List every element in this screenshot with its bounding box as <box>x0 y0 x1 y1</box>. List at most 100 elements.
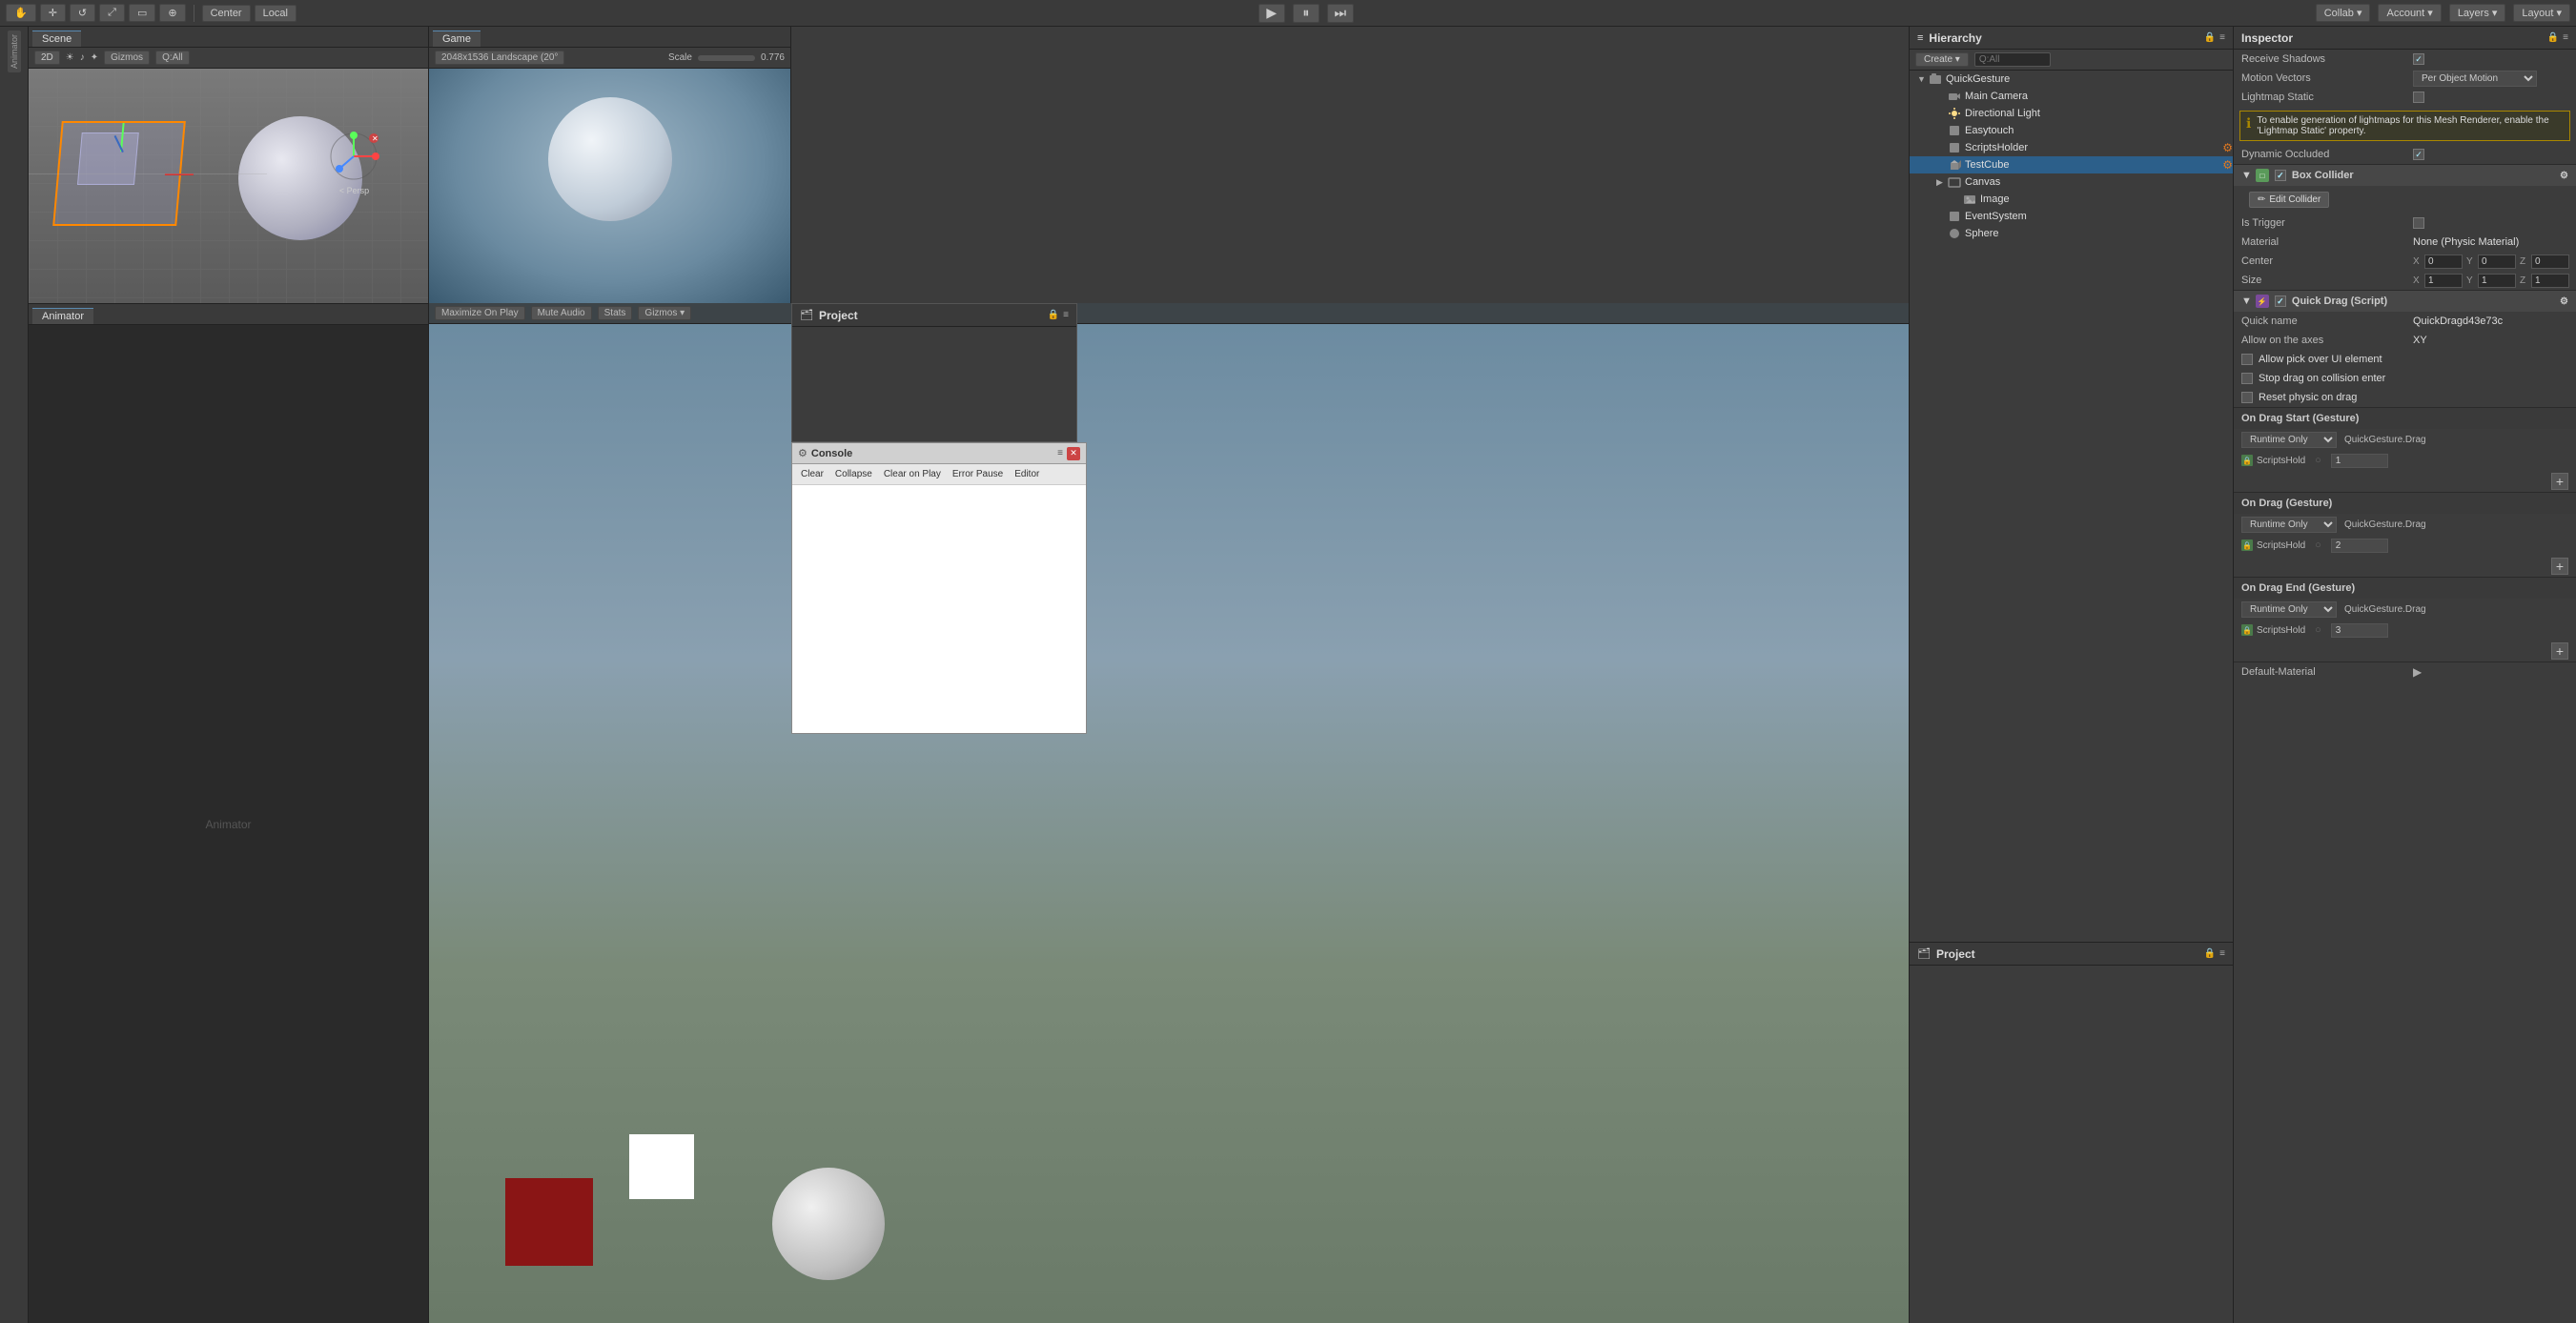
hierarchy-item-dir-light[interactable]: Directional Light <box>1910 105 2233 122</box>
quick-drag-gear-btn[interactable]: ⚙ <box>2560 296 2568 307</box>
mute-btn[interactable]: Mute Audio <box>531 306 592 320</box>
rotate-tool-btn[interactable]: ↺ <box>70 4 95 22</box>
edit-collider-btn[interactable]: ✏ Edit Collider <box>2249 192 2329 208</box>
hierarchy-item-testcube[interactable]: TestCube ⚙ <box>1910 156 2233 173</box>
console-close-btn[interactable]: ✕ <box>1067 447 1080 460</box>
project-panel-menu-btn[interactable]: ≡ <box>2219 948 2225 959</box>
hierarchy-item-scriptsholder[interactable]: ScriptsHolder ⚙ <box>1910 139 2233 156</box>
hierarchy-item-quickgesture[interactable]: ▼ QuickGesture <box>1910 71 2233 88</box>
layers-btn[interactable]: Layers ▾ <box>2449 4 2506 22</box>
quick-drag-section-header[interactable]: ▼ ⚡ ✓ Quick Drag (Script) ⚙ <box>2234 291 2576 312</box>
inspector-lock-btn[interactable]: 🔒 <box>2547 32 2559 43</box>
drag-plus-btn[interactable]: + <box>2551 558 2568 575</box>
animator-main-tab[interactable]: Animator <box>32 308 93 324</box>
drag-end-runtime-dropdown[interactable]: Runtime Only <box>2241 601 2337 618</box>
center-x-input[interactable] <box>2424 254 2463 269</box>
error-pause-btn[interactable]: Error Pause <box>948 467 1008 481</box>
project-menu-btn[interactable]: ≡ <box>1063 310 1069 320</box>
project-panel-lock-btn[interactable]: 🔒 <box>2204 948 2216 959</box>
local-btn[interactable]: Local <box>255 5 296 22</box>
center-top: Scene 2D ☀ ♪ ✦ Gizmos Q:All <box>29 27 1909 303</box>
gizmos-btn[interactable]: Gizmos <box>104 51 150 65</box>
stats-btn[interactable]: Stats <box>598 306 633 320</box>
animator-tab-vertical[interactable]: Animator <box>8 31 21 72</box>
is-trigger-checkbox[interactable] <box>2413 217 2424 229</box>
project-folder-icon: 🗂 <box>1917 947 1931 960</box>
project-section: 🗂 Project 🔒 ≡ <box>1910 942 2233 1323</box>
clear-btn[interactable]: Clear <box>796 467 828 481</box>
game-view-bottom: Maximize On Play Mute Audio Stats Gizmos… <box>429 303 1909 1323</box>
maximize-btn[interactable]: Maximize On Play <box>435 306 525 320</box>
project-lock-btn[interactable]: 🔒 <box>1048 310 1059 320</box>
drag-runtime-dropdown[interactable]: Runtime Only <box>2241 517 2337 533</box>
edit-collider-label: Edit Collider <box>2269 194 2320 205</box>
hierarchy-icon: ≡ <box>1917 32 1923 44</box>
drag-start-value[interactable] <box>2331 454 2388 468</box>
game-gizmos-btn[interactable]: Gizmos ▾ <box>638 306 691 320</box>
scale-tool-btn[interactable]: ⤢ <box>99 4 125 22</box>
inspector-section: Inspector 🔒 ≡ Receive Shadows ✓ <box>2233 27 2576 1323</box>
play-btn[interactable]: ▶ <box>1258 4 1285 23</box>
scale-slider[interactable] <box>698 55 755 61</box>
hierarchy-item-main-camera[interactable]: Main Camera <box>1910 88 2233 105</box>
box-collider-gear-btn[interactable]: ⚙ <box>2560 171 2568 181</box>
size-y-input[interactable] <box>2478 274 2516 288</box>
console-menu-btn[interactable]: ≡ <box>1057 448 1063 458</box>
project-header-icon: 🗂 <box>800 309 813 321</box>
editor-btn[interactable]: Editor <box>1010 467 1044 481</box>
layout-btn[interactable]: Layout ▾ <box>2513 4 2570 22</box>
clear-on-play-btn[interactable]: Clear on Play <box>879 467 946 481</box>
size-x-input[interactable] <box>2424 274 2463 288</box>
box-collider-enabled-checkbox[interactable]: ✓ <box>2275 170 2286 181</box>
collab-btn[interactable]: Collab ▾ <box>2316 4 2371 22</box>
default-material-expand[interactable]: ▶ <box>2413 665 2422 679</box>
dynamic-occluded-checkbox[interactable]: ✓ <box>2413 149 2424 160</box>
receive-shadows-checkbox[interactable]: ✓ <box>2413 53 2424 65</box>
quick-drag-enabled-checkbox[interactable]: ✓ <box>2275 295 2286 307</box>
scene-tab[interactable]: Scene <box>32 31 81 47</box>
size-z-input[interactable] <box>2531 274 2569 288</box>
hierarchy-item-easytouch[interactable]: Easytouch <box>1910 122 2233 139</box>
pause-btn[interactable]: ⏸ <box>1293 4 1319 23</box>
drag-value[interactable] <box>2331 539 2388 553</box>
right-panels: ≡ Hierarchy 🔒 ≡ Create ▾ <box>1909 27 2576 1323</box>
wide-main: Scene 2D ☀ ♪ ✦ Gizmos Q:All <box>29 27 2576 1323</box>
center-btn[interactable]: Center <box>202 5 251 22</box>
box-collider-icon: □ <box>2256 169 2269 182</box>
drag-start-runtime-dropdown[interactable]: Runtime Only <box>2241 432 2337 448</box>
hierarchy-item-sphere[interactable]: Sphere <box>1910 225 2233 242</box>
drag-end-plus-btn[interactable]: + <box>2551 642 2568 660</box>
hierarchy-item-eventsystem[interactable]: EventSystem <box>1910 208 2233 225</box>
quickgesture-icon <box>1929 72 1942 86</box>
account-btn[interactable]: Account ▾ <box>2378 4 2441 22</box>
hierarchy-menu-btn[interactable]: ≡ <box>2219 32 2225 43</box>
hierarchy-lock-btn[interactable]: 🔒 <box>2204 32 2216 43</box>
stop-drag-checkbox[interactable] <box>2241 373 2253 384</box>
drag-start-plus-btn[interactable]: + <box>2551 473 2568 490</box>
game-tab[interactable]: Game <box>433 31 480 47</box>
reset-physic-checkbox[interactable] <box>2241 392 2253 403</box>
drag-end-function: QuickGesture.Drag <box>2341 604 2568 615</box>
collapse-btn[interactable]: Collapse <box>830 467 877 481</box>
hierarchy-search[interactable] <box>1974 52 2051 67</box>
center-y-input[interactable] <box>2478 254 2516 269</box>
rect-tool-btn[interactable]: ▭ <box>129 4 155 22</box>
inspector-menu-btn[interactable]: ≡ <box>2563 32 2568 43</box>
step-btn[interactable]: ⏭ <box>1327 4 1354 23</box>
lightmap-static-checkbox[interactable] <box>2413 92 2424 103</box>
box-collider-section-header[interactable]: ▼ □ ✓ Box Collider ⚙ <box>2234 165 2576 186</box>
scene-all-btn[interactable]: Q:All <box>155 51 190 65</box>
drag-end-value[interactable] <box>2331 623 2388 638</box>
center-z-input[interactable] <box>2531 254 2569 269</box>
2d-btn[interactable]: 2D <box>34 51 60 65</box>
motion-vectors-dropdown[interactable]: Per Object Motion <box>2413 71 2537 87</box>
size-label: Size <box>2241 275 2413 286</box>
hierarchy-item-image[interactable]: Image <box>1910 191 2233 208</box>
create-btn[interactable]: Create ▾ <box>1915 52 1969 67</box>
allow-pick-checkbox[interactable] <box>2241 354 2253 365</box>
resolution-btn[interactable]: 2048x1536 Landscape (20° <box>435 51 564 65</box>
hand-tool-btn[interactable]: ✋ <box>6 4 36 22</box>
move-tool-btn[interactable]: ✛ <box>40 4 66 22</box>
combo-tool-btn[interactable]: ⊕ <box>159 4 185 22</box>
hierarchy-item-canvas[interactable]: ▶ Canvas <box>1910 173 2233 191</box>
